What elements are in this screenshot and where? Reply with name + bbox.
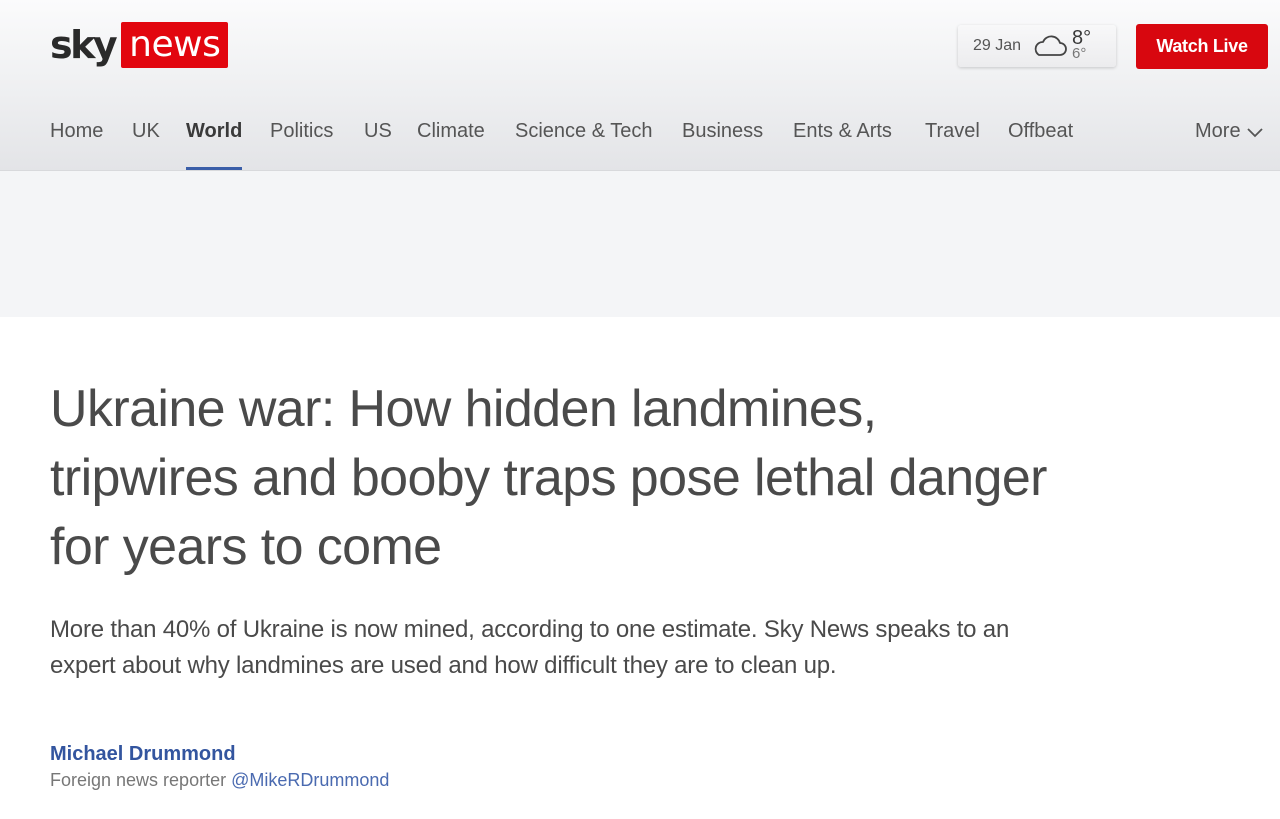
watch-live-button[interactable]: Watch Live	[1136, 24, 1268, 69]
nav-item-travel[interactable]: Travel	[925, 120, 980, 143]
advert-placeholder	[0, 171, 1280, 317]
active-tab-indicator	[186, 167, 243, 170]
cloud-icon	[1031, 34, 1067, 58]
article-standfirst: More than 40% of Ukraine is now mined, a…	[50, 616, 1010, 679]
chevron-down-icon	[1246, 127, 1263, 137]
nav-item-world[interactable]: World	[186, 120, 243, 170]
author-byline: Foreign news reporter @MikeRDrummond	[50, 770, 389, 791]
nav-item-offbeat[interactable]: Offbeat	[1008, 120, 1073, 143]
author-role: Foreign news reporter	[50, 770, 227, 790]
weather-date: 29 Jan	[973, 37, 1022, 54]
weather-widget[interactable]: 29 Jan 8° 6°	[958, 25, 1116, 67]
nav-item-home[interactable]: Home	[50, 120, 103, 143]
temp-low: 6°	[1072, 45, 1087, 62]
nav-item-science-tech[interactable]: Science & Tech	[515, 120, 653, 143]
sky-news-logo[interactable]: sky news	[50, 22, 229, 70]
logo-sky-text: sky	[50, 23, 118, 67]
nav-item-uk[interactable]: UK	[132, 120, 160, 143]
more-label: More	[1195, 120, 1241, 142]
temp-high: 8°	[1072, 27, 1092, 49]
main-nav: Home UK World Politics US Climate Scienc…	[50, 112, 1280, 170]
masthead: sky news 29 Jan 8° 6° Watch Live Home UK…	[0, 0, 1280, 171]
more-menu[interactable]: More	[1195, 120, 1264, 143]
nav-item-politics[interactable]: Politics	[270, 120, 333, 143]
weather-temps: 8° 6°	[1072, 27, 1092, 62]
author-name-link[interactable]: Michael Drummond	[50, 743, 236, 766]
author-twitter-handle[interactable]: @MikeRDrummond	[231, 770, 389, 790]
nav-item-ents-arts[interactable]: Ents & Arts	[793, 120, 892, 143]
nav-item-world-label: World	[186, 120, 243, 142]
nav-item-us[interactable]: US	[364, 120, 392, 143]
nav-item-business[interactable]: Business	[682, 120, 763, 143]
logo-news-text: news	[121, 22, 229, 68]
article-headline: Ukraine war: How hidden landmines, tripw…	[50, 380, 1048, 576]
nav-item-climate[interactable]: Climate	[417, 120, 485, 143]
